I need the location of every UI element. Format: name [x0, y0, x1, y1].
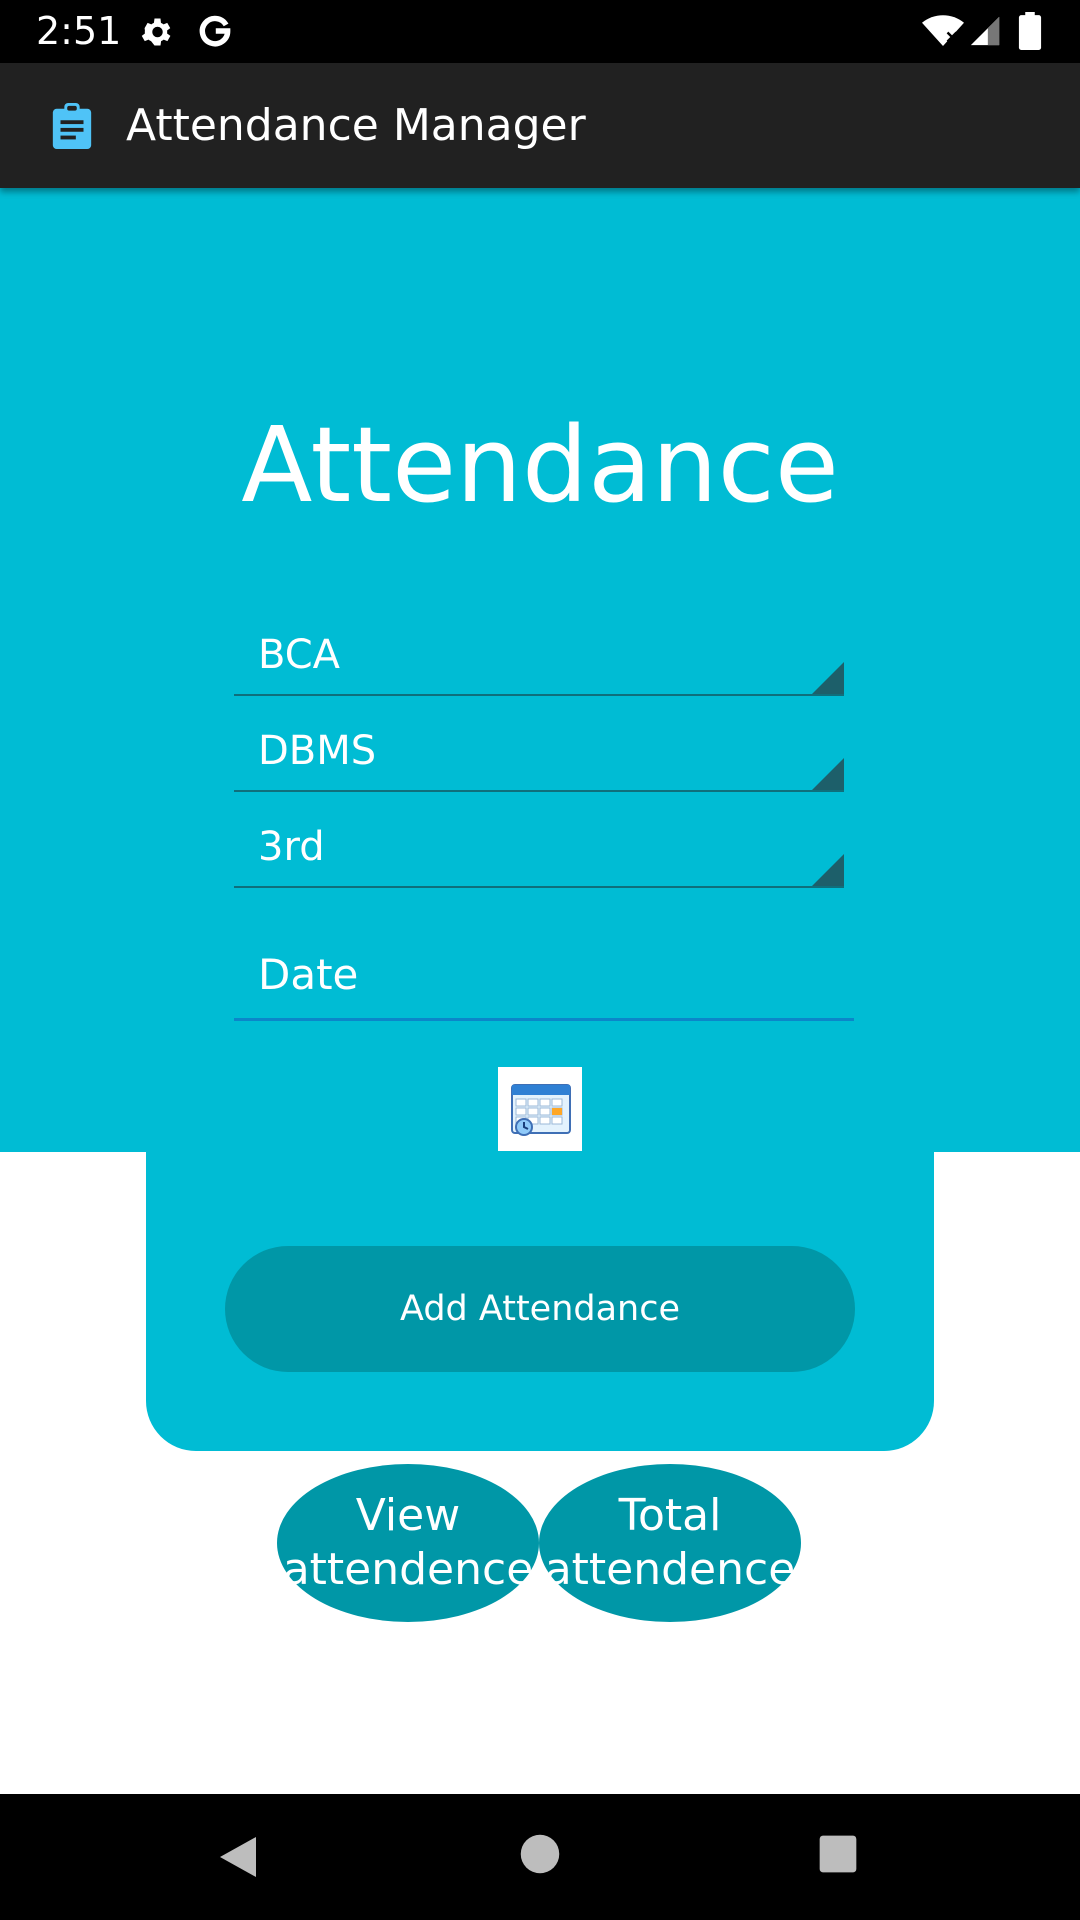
recents-icon[interactable]	[818, 1834, 858, 1879]
battery-icon	[1018, 12, 1042, 55]
total-attendance-button[interactable]: Total attendence	[539, 1464, 801, 1622]
view-button-label-line1: View	[355, 1490, 461, 1541]
dropdown-arrow-icon	[812, 662, 844, 694]
calendar-icon	[511, 1084, 571, 1136]
date-field	[234, 930, 854, 1021]
page-heading: Attendance	[241, 404, 839, 526]
total-button-label-line2: attendence	[544, 1544, 796, 1595]
subject-spinner-value: DBMS	[258, 728, 377, 774]
settings-icon	[138, 14, 174, 55]
home-icon[interactable]	[519, 1833, 561, 1880]
back-icon[interactable]	[216, 1833, 260, 1886]
course-spinner-value: BCA	[258, 632, 341, 678]
navigation-bar	[0, 1794, 1080, 1920]
total-button-label-line1: Total	[618, 1490, 722, 1541]
subject-spinner[interactable]: DBMS	[234, 716, 844, 792]
dropdown-arrow-icon	[812, 854, 844, 886]
view-button-label-line2: attendence	[282, 1544, 534, 1595]
app-bar: Attendance Manager	[0, 63, 1080, 188]
view-attendance-button[interactable]: View attendence	[277, 1464, 539, 1622]
semester-spinner-value: 3rd	[258, 824, 325, 870]
status-time: 2:51	[36, 9, 122, 53]
wifi-icon	[922, 14, 964, 53]
course-spinner[interactable]: BCA	[234, 620, 844, 696]
app-title: Attendance Manager	[126, 100, 586, 151]
date-input[interactable]	[234, 930, 854, 1018]
attendance-screen: 2:51 Attendance Manager Attendance BCA D…	[0, 0, 1080, 1920]
semester-spinner[interactable]: 3rd	[234, 812, 844, 888]
signal-icon	[968, 14, 1002, 53]
calendar-button[interactable]	[498, 1067, 582, 1151]
status-bar: 2:51	[0, 0, 1080, 63]
clipboard-icon	[52, 103, 92, 154]
add-attendance-button[interactable]: Add Attendance	[225, 1246, 855, 1372]
google-icon	[196, 12, 234, 55]
dropdown-arrow-icon	[812, 758, 844, 790]
